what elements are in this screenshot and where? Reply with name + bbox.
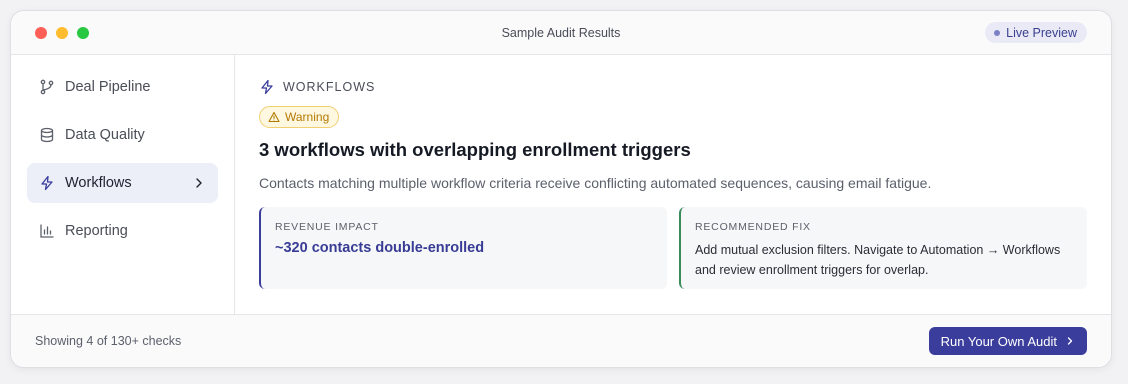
live-dot-icon bbox=[994, 29, 1001, 36]
window-controls bbox=[35, 27, 89, 39]
maximize-window-button[interactable] bbox=[77, 27, 89, 39]
git-branch-icon bbox=[39, 79, 55, 95]
detail-cards: REVENUE IMPACT ~320 contacts double-enro… bbox=[259, 207, 1087, 289]
recommended-fix-line: Add mutual exclusion filters. Navigate t… bbox=[695, 243, 1061, 257]
app-window: Sample Audit Results Live Preview Deal P… bbox=[10, 10, 1112, 368]
database-icon bbox=[39, 127, 55, 143]
bar-chart-icon bbox=[39, 223, 55, 239]
section-header: WORKFLOWS bbox=[259, 77, 1087, 97]
lightning-icon bbox=[261, 79, 273, 95]
sidebar-item-reporting[interactable]: Reporting bbox=[27, 211, 218, 251]
lightning-icon bbox=[39, 175, 55, 191]
recommended-fix-line: and review enrollment triggers for overl… bbox=[695, 263, 929, 277]
live-preview-badge: Live Preview bbox=[985, 22, 1087, 43]
sidebar-item-data-quality[interactable]: Data Quality bbox=[27, 115, 218, 155]
warning-badge-label: Warning bbox=[285, 110, 330, 124]
issue-title: 3 workflows with overlapping enrollment … bbox=[259, 139, 691, 160]
sidebar-item-label: Reporting bbox=[65, 223, 128, 239]
footer: Showing 4 of 130+ checks Run Your Own Au… bbox=[11, 314, 1111, 367]
title-bar: Sample Audit Results Live Preview bbox=[11, 11, 1111, 55]
chevron-right-icon bbox=[1067, 337, 1073, 345]
sidebar-item-label: Workflows bbox=[65, 175, 132, 191]
chevron-right-icon bbox=[196, 178, 202, 188]
sidebar-item-workflows[interactable]: Workflows bbox=[27, 163, 218, 203]
sidebar-item-label: Data Quality bbox=[65, 127, 145, 143]
close-window-button[interactable] bbox=[35, 27, 47, 39]
recommended-fix-text: Add mutual exclusion filters. Navigate t… bbox=[695, 240, 1073, 280]
sidebar: Deal Pipeline Data Quality Workflows Rep… bbox=[11, 55, 235, 316]
warning-badge: Warning bbox=[259, 106, 340, 128]
revenue-impact-label: REVENUE IMPACT bbox=[275, 221, 379, 233]
minimize-window-button[interactable] bbox=[56, 27, 68, 39]
recommended-fix-label: RECOMMENDED FIX bbox=[695, 221, 811, 233]
revenue-impact-card: REVENUE IMPACT ~320 contacts double-enro… bbox=[259, 207, 667, 289]
sidebar-item-deal-pipeline[interactable]: Deal Pipeline bbox=[27, 67, 218, 107]
warning-triangle-icon bbox=[268, 111, 280, 123]
run-audit-button-label: Run Your Own Audit bbox=[940, 333, 1057, 349]
live-preview-label: Live Preview bbox=[1006, 25, 1077, 40]
run-audit-button[interactable]: Run Your Own Audit bbox=[928, 327, 1087, 355]
checks-count: Showing 4 of 130+ checks bbox=[35, 334, 182, 348]
sidebar-item-label: Deal Pipeline bbox=[65, 79, 151, 95]
revenue-impact-value: ~320 contacts double-enrolled bbox=[275, 240, 485, 256]
issue-description: Contacts matching multiple workflow crit… bbox=[259, 175, 932, 191]
recommended-fix-card: RECOMMENDED FIX Add mutual exclusion fil… bbox=[679, 207, 1087, 289]
window-title: Sample Audit Results bbox=[501, 25, 621, 40]
audit-result-panel: WORKFLOWS Warning 3 workflows with overl… bbox=[235, 55, 1111, 316]
section-label: WORKFLOWS bbox=[283, 80, 376, 94]
